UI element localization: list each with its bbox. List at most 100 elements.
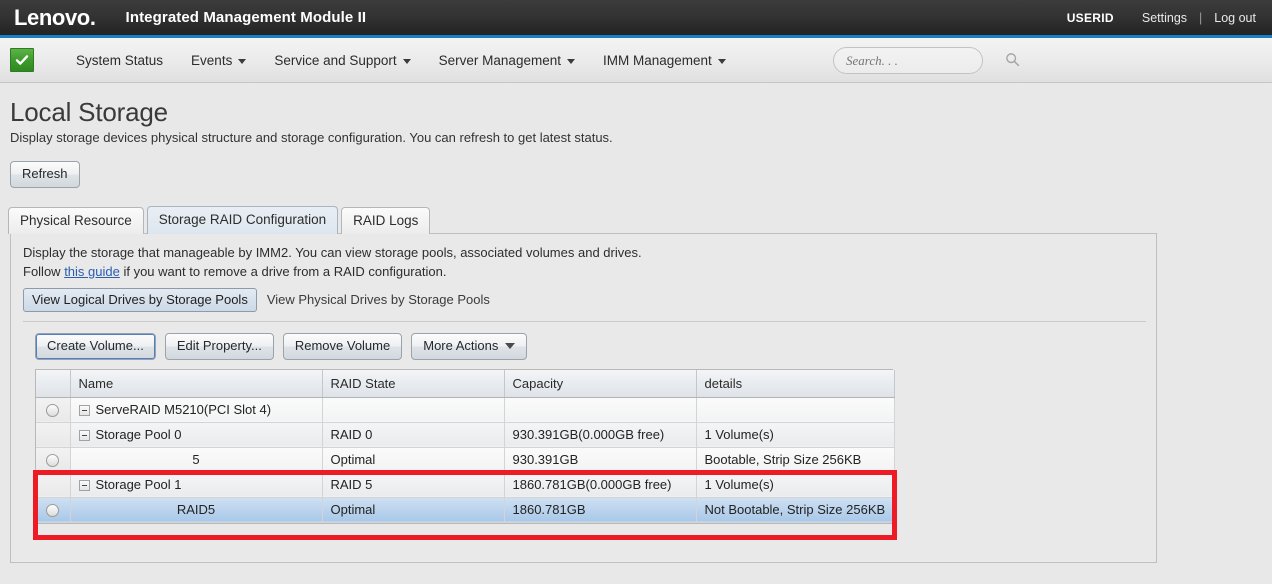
nav-item-events[interactable]: Events bbox=[177, 49, 260, 72]
create-volume-button[interactable]: Create Volume... bbox=[35, 332, 156, 361]
view-logical-drives-button[interactable]: View Logical Drives by Storage Pools bbox=[23, 287, 257, 312]
table-body: ServeRAID M5210(PCI Slot 4) Storage Pool… bbox=[36, 397, 895, 523]
chevron-down-icon bbox=[566, 58, 575, 64]
tab-raid-logs[interactable]: RAID Logs bbox=[341, 207, 431, 235]
cell-raid-state: RAID 0 bbox=[322, 422, 505, 448]
edit-property-button[interactable]: Edit Property... bbox=[164, 332, 274, 361]
radio-button-icon[interactable] bbox=[46, 404, 60, 418]
nav-item-system-status[interactable]: System Status bbox=[62, 49, 177, 72]
table-row[interactable]: RAID5 Optimal 1860.781GB Not Bootable, S… bbox=[36, 496, 895, 523]
remove-volume-button[interactable]: Remove Volume bbox=[282, 332, 403, 361]
cell-name-text: RAID5 bbox=[176, 502, 216, 518]
row-select-cell bbox=[36, 472, 71, 498]
settings-link[interactable]: Settings bbox=[1142, 11, 1187, 25]
table-row[interactable]: ServeRAID M5210(PCI Slot 4) bbox=[36, 397, 895, 423]
cell-details: Not Bootable, Strip Size 256KB bbox=[696, 496, 895, 523]
search-icon bbox=[1005, 52, 1020, 70]
cell-capacity: 930.391GB bbox=[504, 447, 697, 473]
cell-details bbox=[696, 397, 895, 423]
cell-raid-state: Optimal bbox=[322, 496, 505, 523]
nav-label: Service and Support bbox=[274, 52, 397, 68]
nav-item-imm-management[interactable]: IMM Management bbox=[589, 49, 740, 72]
cell-name-text: 5 bbox=[192, 452, 200, 468]
cell-raid-state: Optimal bbox=[322, 447, 505, 473]
chevron-down-icon bbox=[238, 58, 247, 64]
table-row[interactable]: 5 Optimal 930.391GB Bootable, Strip Size… bbox=[36, 447, 895, 473]
tab-physical-resource[interactable]: Physical Resource bbox=[8, 207, 144, 235]
search-box[interactable] bbox=[833, 47, 1020, 74]
view-physical-drives-button[interactable]: View Physical Drives by Storage Pools bbox=[267, 292, 490, 307]
column-header-capacity[interactable]: Capacity bbox=[504, 370, 697, 398]
page-title: Local Storage bbox=[10, 97, 168, 127]
cell-name: Storage Pool 1 bbox=[70, 472, 323, 498]
cell-capacity: 1860.781GB bbox=[504, 496, 697, 523]
storage-grid: Name RAID State Capacity details ServeRA… bbox=[36, 370, 895, 523]
nav-items: System Status Events Service and Support… bbox=[62, 49, 740, 72]
cell-capacity: 1860.781GB(0.000GB free) bbox=[504, 472, 697, 498]
panel-description: Display the storage that manageable by I… bbox=[23, 244, 1144, 282]
tab-bar: Physical Resource Storage RAID Configura… bbox=[8, 206, 1272, 235]
column-header-raid-state[interactable]: RAID State bbox=[322, 370, 505, 398]
action-toolbar: Create Volume... Edit Property... Remove… bbox=[35, 332, 1144, 361]
lenovo-logo: Lenovo. bbox=[0, 4, 96, 30]
app-title: Integrated Management Module II bbox=[125, 9, 367, 26]
cell-details: 1 Volume(s) bbox=[696, 422, 895, 448]
more-actions-button[interactable]: More Actions bbox=[411, 332, 528, 361]
this-guide-link[interactable]: this guide bbox=[64, 264, 120, 279]
cell-capacity: 930.391GB(0.000GB free) bbox=[504, 422, 697, 448]
column-header-name[interactable]: Name bbox=[70, 370, 323, 398]
logout-link[interactable]: Log out bbox=[1214, 11, 1256, 25]
nav-label: Events bbox=[191, 52, 233, 68]
cell-raid-state: RAID 5 bbox=[322, 472, 505, 498]
more-actions-label: More Actions bbox=[423, 337, 499, 353]
tab-storage-raid-configuration[interactable]: Storage RAID Configuration bbox=[146, 206, 339, 235]
nav-label: Server Management bbox=[438, 52, 561, 68]
row-select-cell bbox=[36, 422, 71, 448]
chevron-down-icon bbox=[505, 342, 516, 349]
lenovo-logo-text: Lenovo bbox=[14, 4, 90, 30]
top-brand-bar: Lenovo. Integrated Management Module II … bbox=[0, 0, 1272, 38]
nav-label: IMM Management bbox=[602, 52, 712, 68]
green-check-icon[interactable] bbox=[10, 48, 34, 72]
nav-item-service-and-support[interactable]: Service and Support bbox=[260, 49, 424, 72]
table-row[interactable]: Storage Pool 0 RAID 0 930.391GB(0.000GB … bbox=[36, 422, 895, 448]
page-body: Local Storage Display storage devices ph… bbox=[0, 83, 1272, 564]
cell-name-text: Storage Pool 0 bbox=[95, 427, 182, 443]
panel-desc-line2-suffix: if you want to remove a drive from a RAI… bbox=[119, 264, 447, 280]
cell-name: 5 bbox=[70, 447, 323, 473]
cell-capacity bbox=[504, 397, 697, 423]
column-header-details[interactable]: details bbox=[696, 370, 895, 398]
radio-button-icon[interactable] bbox=[46, 504, 60, 518]
row-select-cell[interactable] bbox=[36, 397, 71, 423]
panel-desc-line2-prefix: Follow bbox=[23, 264, 65, 280]
storage-raid-configuration-panel: Display the storage that manageable by I… bbox=[10, 233, 1157, 564]
chevron-down-icon bbox=[402, 58, 411, 64]
panel-desc-line1: Display the storage that manageable by I… bbox=[23, 245, 642, 261]
main-navigation-bar: System Status Events Service and Support… bbox=[0, 38, 1272, 83]
view-mode-toggle: View Logical Drives by Storage Pools Vie… bbox=[23, 287, 1144, 312]
collapse-minus-icon[interactable] bbox=[78, 405, 90, 417]
collapse-minus-icon[interactable] bbox=[78, 480, 90, 492]
topbar-right-group: USERID Settings | Log out bbox=[1067, 11, 1272, 25]
nav-label: System Status bbox=[76, 52, 164, 68]
row-select-cell[interactable] bbox=[36, 447, 71, 473]
column-header-select bbox=[36, 370, 71, 398]
table-header-row: Name RAID State Capacity details bbox=[36, 370, 895, 398]
row-select-cell[interactable] bbox=[36, 496, 71, 523]
cell-name-text: ServeRAID M5210(PCI Slot 4) bbox=[95, 402, 272, 418]
cell-details: Bootable, Strip Size 256KB bbox=[696, 447, 895, 473]
radio-button-icon[interactable] bbox=[46, 454, 60, 468]
collapse-minus-icon[interactable] bbox=[78, 430, 90, 442]
cell-name: RAID5 bbox=[70, 496, 323, 523]
table-header: Name RAID State Capacity details bbox=[36, 370, 895, 398]
topbar-divider: | bbox=[1199, 10, 1203, 25]
cell-name: Storage Pool 0 bbox=[70, 422, 323, 448]
cell-name-text: Storage Pool 1 bbox=[95, 477, 182, 493]
storage-table: Name RAID State Capacity details ServeRA… bbox=[33, 369, 897, 541]
table-row[interactable]: Storage Pool 1 RAID 5 1860.781GB(0.000GB… bbox=[36, 472, 895, 498]
panel-divider bbox=[23, 320, 1146, 322]
chevron-down-icon bbox=[717, 58, 726, 64]
refresh-button[interactable]: Refresh bbox=[10, 161, 80, 189]
nav-item-server-management[interactable]: Server Management bbox=[425, 49, 589, 72]
search-input[interactable] bbox=[844, 51, 1005, 70]
